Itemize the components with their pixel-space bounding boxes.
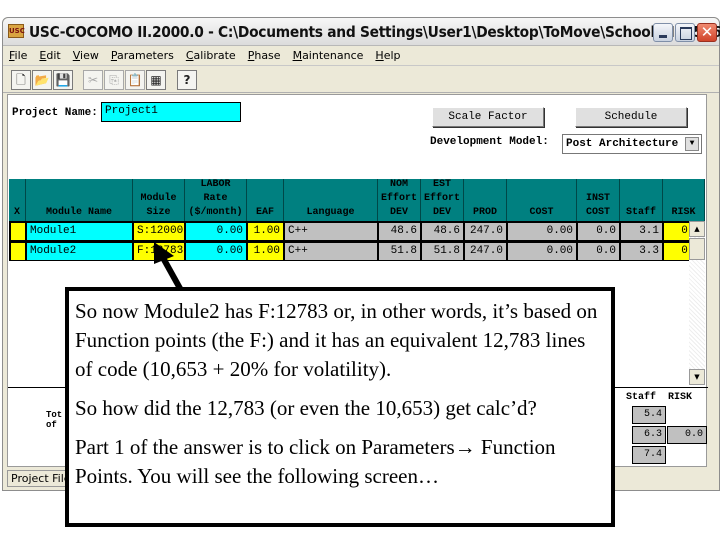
language-cell[interactable]: C++	[285, 223, 377, 240]
summary-staff-pessimistic: 7.4	[632, 446, 666, 464]
header-x[interactable]: X	[9, 179, 26, 221]
toolbar: 🗋 📂 💾 ✂ ⎘ 📋 ▦ ?	[3, 67, 719, 93]
row-select-cell[interactable]	[11, 243, 25, 260]
development-model-select[interactable]: Post Architecture ▼	[562, 134, 702, 154]
header-cost[interactable]: COST	[507, 179, 577, 221]
scale-factor-button[interactable]: Scale Factor	[432, 107, 544, 127]
header-staff[interactable]: Staff	[620, 179, 663, 221]
maximize-button[interactable]	[675, 23, 695, 42]
open-folder-icon[interactable]: 📂	[32, 70, 52, 90]
labor-rate-cell[interactable]: 0.00	[186, 223, 246, 240]
staff-cell: 3.1	[621, 223, 662, 240]
callout-paragraph-2: So how did the 12,783 (or even the 10,65…	[75, 396, 537, 420]
development-model-value: Post Architecture	[566, 138, 679, 150]
language-cell[interactable]: C++	[285, 243, 377, 260]
title-bar[interactable]: USC USC-COCOMO II.2000.0 - C:\Documents …	[3, 18, 720, 46]
cut-scissors-icon[interactable]: ✂	[83, 70, 103, 90]
close-button[interactable]: ✕	[697, 23, 717, 42]
prod-cell: 247.0	[465, 243, 506, 260]
project-name-label: Project Name:	[12, 107, 98, 119]
scroll-down-icon[interactable]: ▼	[689, 369, 705, 385]
save-disk-icon[interactable]: 💾	[53, 70, 73, 90]
menu-maintenance[interactable]: Maintenance	[293, 49, 364, 62]
header-inst-cost[interactable]: INST COST	[577, 179, 620, 221]
header-labor-rate[interactable]: LABOR Rate ($/month)	[185, 179, 247, 221]
grid-header: X Module Name Module Size LABOR Rate ($/mon…	[9, 179, 705, 221]
menu-file[interactable]: File	[9, 49, 27, 62]
eaf-cell[interactable]: 1.00	[248, 243, 283, 260]
dropdown-arrow-icon[interactable]: ▼	[685, 137, 699, 151]
summary-risk-header: RISK	[668, 392, 693, 403]
prod-cell: 247.0	[465, 223, 506, 240]
menu-calibrate[interactable]: Calibrate	[186, 49, 236, 62]
menu-phase[interactable]: Phase	[248, 49, 281, 62]
scroll-thumb[interactable]	[689, 238, 705, 260]
table-row: Module2 F:12783 0.00 1.00 C++ 51.8 51.8 …	[9, 241, 705, 261]
summary-staff-most-likely: 6.3	[632, 426, 666, 444]
schedule-button[interactable]: Schedule	[575, 107, 687, 127]
development-model-label: Development Model:	[430, 136, 549, 148]
nom-effort-cell: 48.6	[379, 223, 420, 240]
table-row: Module1 S:12000 0.00 1.00 C++ 48.6 48.6 …	[9, 221, 705, 241]
cost-cell: 0.00	[508, 223, 576, 240]
menu-view[interactable]: View	[73, 49, 99, 62]
row-select-cell[interactable]	[11, 223, 25, 240]
paste-clipboard-icon[interactable]: 📋	[125, 70, 145, 90]
annotation-callout: So now Module2 has F:12783 or, in other …	[65, 287, 615, 527]
add-module-grid-icon[interactable]: ▦	[146, 70, 166, 90]
inst-cost-cell: 0.0	[578, 243, 619, 260]
header-module-name[interactable]: Module Name	[26, 179, 133, 221]
summary-risk: 0.0	[667, 426, 707, 444]
menu-help[interactable]: Help	[375, 49, 400, 62]
summary-staff-header: Staff	[626, 392, 657, 403]
module-size-cell[interactable]: S:12000	[134, 223, 184, 240]
header-module-size[interactable]: Module Size	[133, 179, 185, 221]
header-language[interactable]: Language	[284, 179, 378, 221]
header-nom-effort[interactable]: NOM Effort DEV	[378, 179, 421, 221]
header-eaf[interactable]: EAF	[247, 179, 284, 221]
nom-effort-cell: 51.8	[379, 243, 420, 260]
callout-paragraph-3: Part 1 of the answer is to click on Para…	[75, 435, 556, 488]
scroll-up-icon[interactable]: ▲	[689, 221, 705, 237]
grid-vertical-scrollbar[interactable]: ▲ ▼	[689, 221, 705, 385]
callout-paragraph-1: So now Module2 has F:12783 or, in other …	[75, 299, 598, 381]
menu-bar: File Edit View Parameters Calibrate Phas…	[3, 46, 719, 66]
minimize-button[interactable]	[653, 23, 673, 42]
module-name-cell[interactable]: Module1	[27, 223, 132, 240]
help-question-icon[interactable]: ?	[177, 70, 197, 90]
header-est-effort[interactable]: EST Effort DEV	[421, 179, 464, 221]
est-effort-cell: 48.6	[422, 223, 463, 240]
est-effort-cell: 51.8	[422, 243, 463, 260]
header-prod[interactable]: PROD	[464, 179, 507, 221]
total-label: Tot of	[46, 410, 63, 430]
module-name-cell[interactable]: Module2	[27, 243, 132, 260]
header-risk[interactable]: RISK	[663, 179, 705, 221]
staff-cell: 3.3	[621, 243, 662, 260]
new-file-icon[interactable]: 🗋	[11, 70, 31, 90]
eaf-cell[interactable]: 1.00	[248, 223, 283, 240]
summary-staff-optimistic: 5.4	[632, 406, 666, 424]
close-icon: ✕	[700, 23, 714, 41]
window-title: USC-COCOMO II.2000.0 - C:\Documents and …	[29, 23, 720, 41]
usc-app-icon: USC	[8, 24, 25, 38]
project-name-input[interactable]: Project1	[101, 102, 241, 122]
menu-edit[interactable]: Edit	[39, 49, 60, 62]
cost-cell: 0.00	[508, 243, 576, 260]
menu-parameters[interactable]: Parameters	[111, 49, 174, 62]
copy-icon[interactable]: ⎘	[104, 70, 124, 90]
inst-cost-cell: 0.0	[578, 223, 619, 240]
